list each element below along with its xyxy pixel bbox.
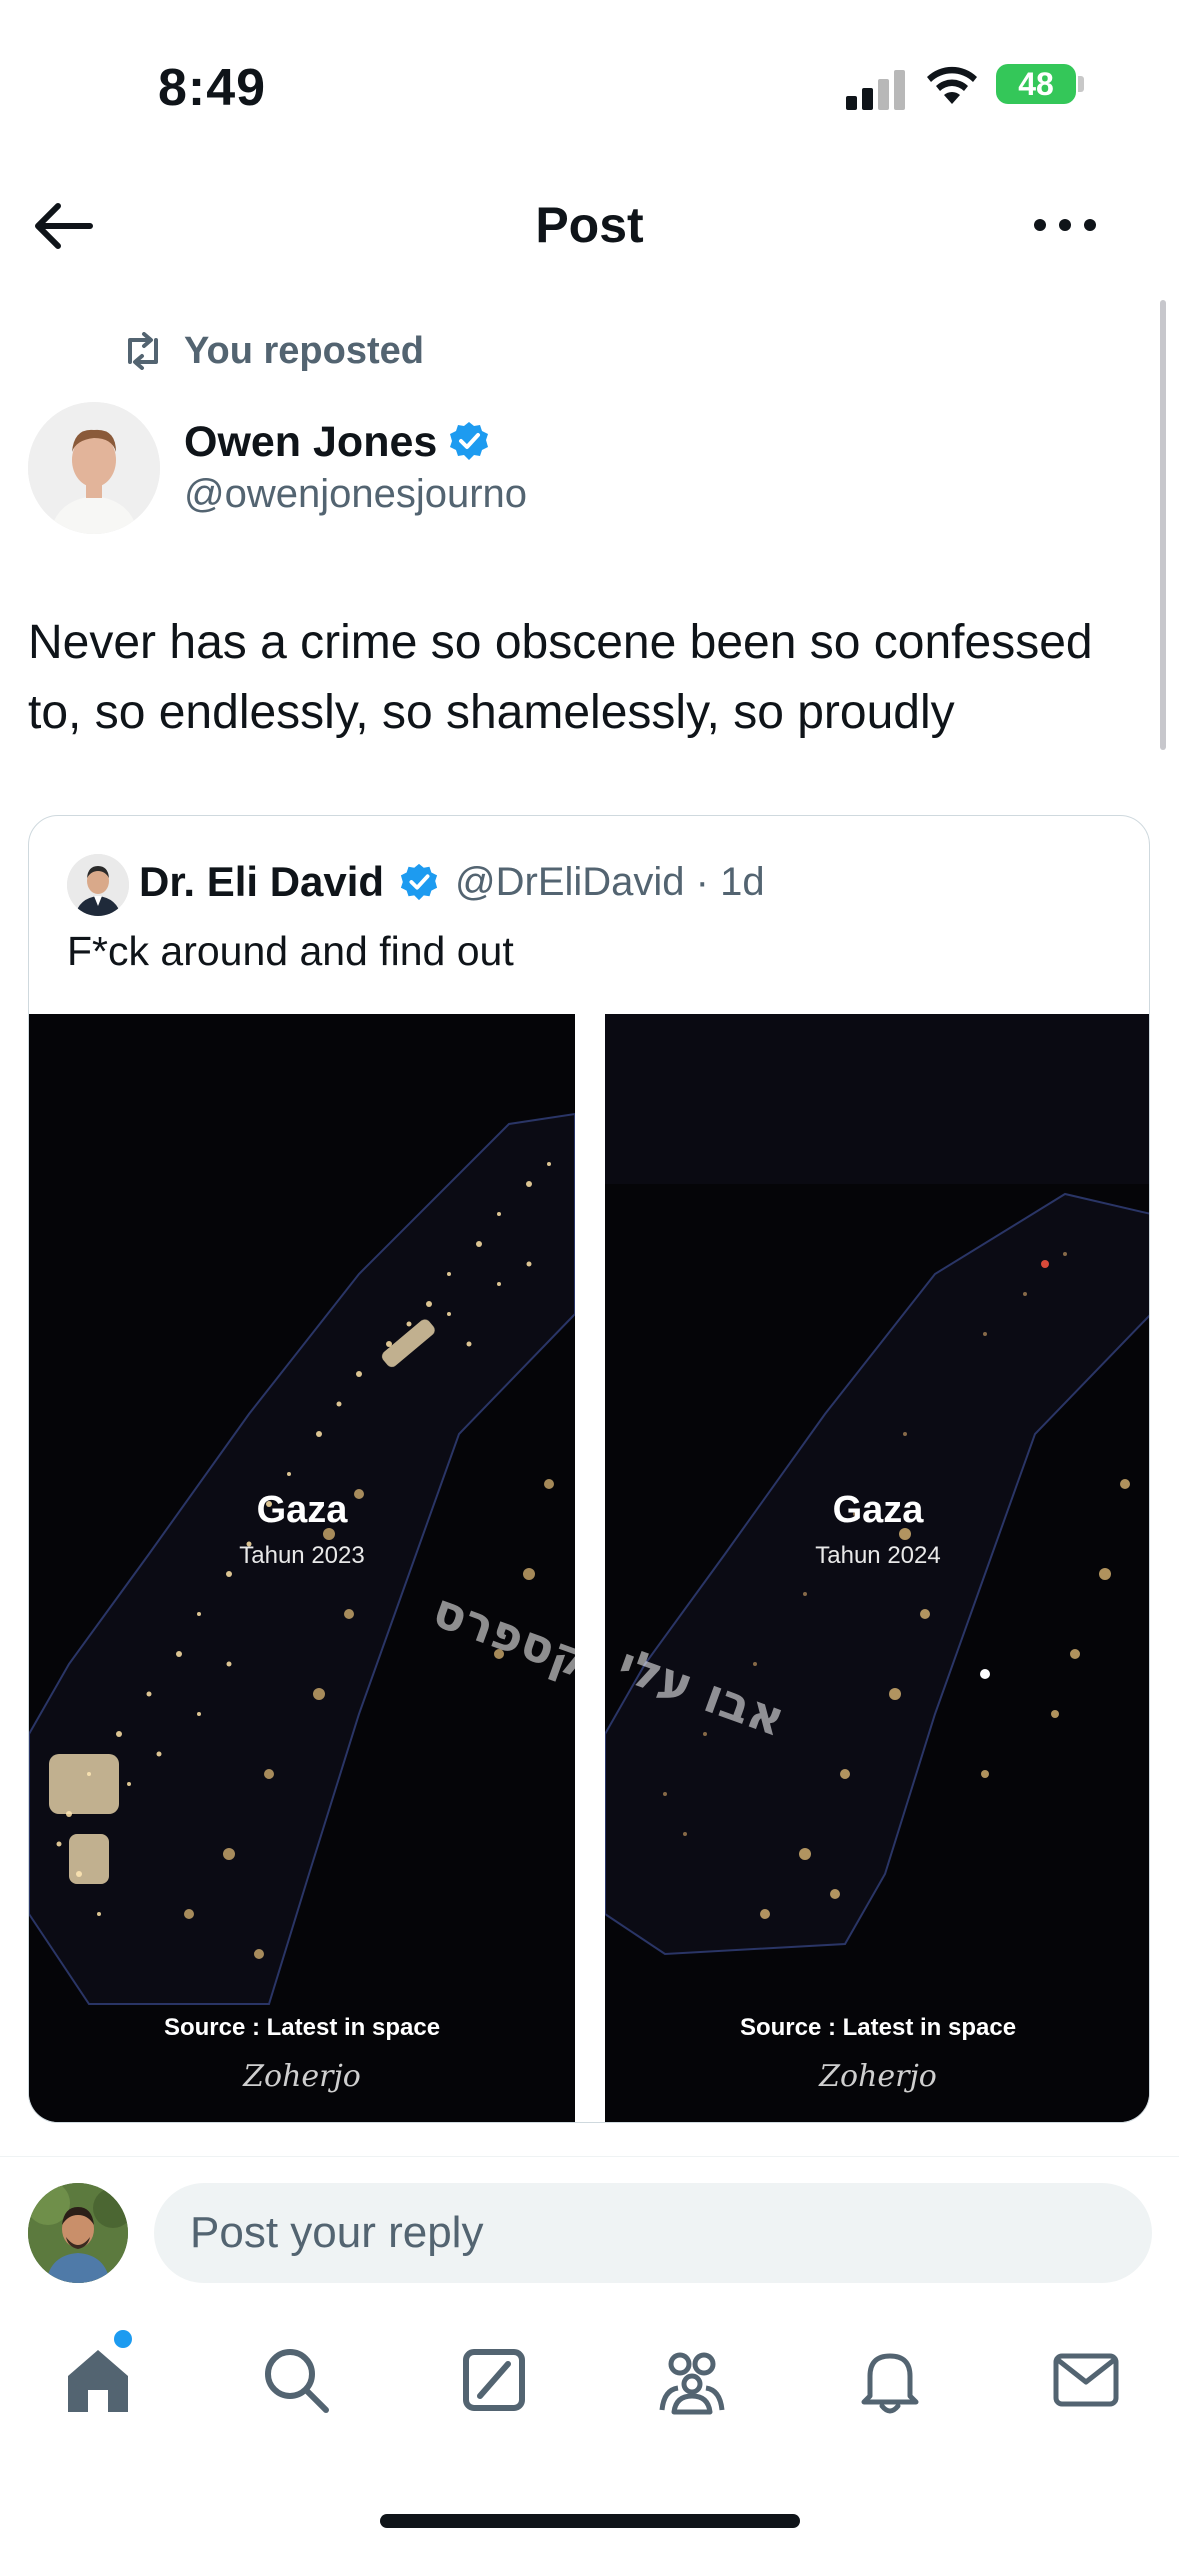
map-source: Source : Latest in space [163, 2014, 441, 2041]
reply-placeholder: Post your reply [190, 2208, 484, 2257]
avatar-image [67, 854, 129, 916]
grok-icon[interactable] [454, 2340, 534, 2420]
map-signature: Zoherjo [243, 2059, 361, 2094]
verified-badge-icon [400, 863, 438, 901]
media-image-2023[interactable]: Gaza Tahun 2023 אקספרס Source : Latest i… [29, 1014, 575, 2122]
map-title: Gaza [832, 1489, 924, 1531]
author-avatar[interactable] [28, 402, 160, 534]
divider [0, 2156, 1179, 2157]
home-icon[interactable] [58, 2340, 138, 2420]
quoted-media[interactable]: Gaza Tahun 2023 אקספרס Source : Latest i… [29, 1014, 1149, 2122]
quoted-author-handle-time[interactable]: @DrEliDavid · 1d [455, 860, 765, 905]
author-handle[interactable]: @owenjonesjourno [184, 472, 527, 517]
battery-indicator: 48 [996, 64, 1076, 104]
map-subtitle: Tahun 2023 [239, 1542, 365, 1569]
reply-input[interactable]: Post your reply [154, 2183, 1152, 2283]
page-title: Post [535, 197, 644, 253]
communities-icon[interactable] [652, 2340, 732, 2420]
quoted-author-name[interactable]: Dr. Eli David [139, 858, 384, 906]
media-image-2024[interactable]: Gaza Tahun 2024 אבו עלי Source : Latest … [605, 1014, 1149, 2122]
repost-label: You reposted [184, 330, 424, 372]
notifications-icon[interactable] [850, 2340, 930, 2420]
repost-icon [128, 332, 158, 370]
search-icon[interactable] [256, 2340, 336, 2420]
map-signature: Zoherjo [819, 2059, 937, 2094]
map-title: Gaza [256, 1489, 348, 1531]
quoted-post-card[interactable]: Dr. Eli David @DrEliDavid · 1d F*ck arou… [28, 815, 1150, 2123]
current-user-avatar[interactable] [28, 2183, 128, 2283]
quoted-post-text: F*ck around and find out [67, 928, 514, 974]
verified-badge-icon [450, 422, 488, 460]
wifi-icon [927, 66, 977, 104]
messages-icon[interactable] [1046, 2340, 1126, 2420]
avatar-image [28, 2183, 128, 2283]
post-text: Never has a crime so obscene been so con… [28, 616, 1093, 739]
cellular-signal-icon [846, 70, 905, 110]
home-indicator[interactable] [380, 2514, 800, 2528]
home-notification-dot [114, 2330, 132, 2348]
battery-tip [1078, 76, 1084, 92]
map-source: Source : Latest in space [739, 2014, 1017, 2041]
quoted-author-avatar[interactable] [67, 854, 129, 916]
battery-level: 48 [1018, 65, 1054, 102]
more-options-icon[interactable] [1030, 205, 1100, 245]
scrollbar[interactable] [1160, 300, 1166, 750]
status-time: 8:49 [158, 59, 267, 117]
avatar-image [28, 402, 160, 534]
map-subtitle: Tahun 2024 [815, 1542, 941, 1569]
author-name[interactable]: Owen Jones [184, 418, 437, 467]
